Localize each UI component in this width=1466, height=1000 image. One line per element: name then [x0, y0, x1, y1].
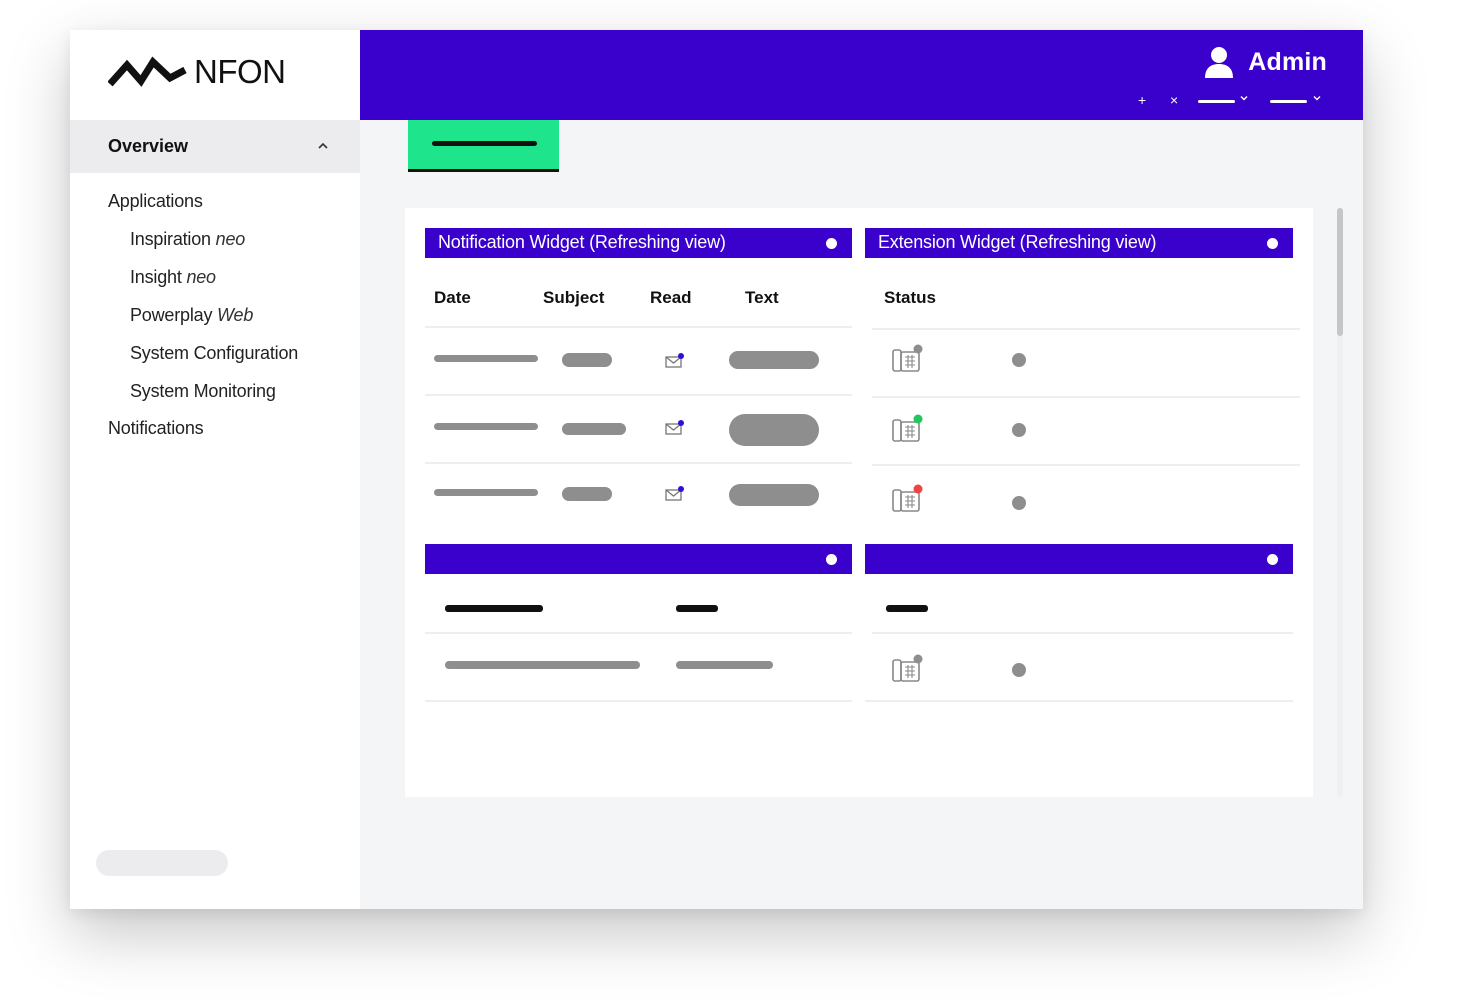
text-placeholder: [729, 414, 819, 446]
scrollbar-thumb[interactable]: [1337, 208, 1343, 336]
divider: [425, 700, 852, 702]
divider: [872, 396, 1300, 398]
header-dropdown-1[interactable]: [1198, 100, 1235, 103]
user-menu[interactable]: Admin: [1204, 46, 1327, 78]
tab-label-placeholder: [432, 141, 537, 146]
sidebar-item-inspiration-neo[interactable]: Inspiration neo: [130, 229, 245, 250]
sidebar-item-system-configuration[interactable]: System Configuration: [130, 343, 298, 364]
date-placeholder: [434, 423, 538, 430]
notification-widget-header: Notification Widget (Refreshing view): [425, 228, 852, 258]
divider: [872, 464, 1300, 466]
widget-header-3: [425, 544, 852, 574]
top-header: Admin + ×: [360, 30, 1363, 120]
column-status[interactable]: Status: [884, 288, 936, 308]
sidebar: NFON Overview Applications Inspiration n…: [70, 30, 360, 909]
desk-phone-icon[interactable]: [891, 414, 925, 444]
sidebar-item-powerplay-web[interactable]: Powerplay Web: [130, 305, 253, 326]
divider: [425, 394, 852, 396]
divider: [425, 326, 852, 328]
notification-widget-title: Notification Widget (Refreshing view): [438, 232, 726, 252]
sidebar-item-notifications[interactable]: Notifications: [108, 418, 204, 439]
sidebar-footer-placeholder[interactable]: [96, 850, 228, 876]
dashboard-card: Notification Widget (Refreshing view) Ex…: [405, 208, 1313, 797]
extension-status-indicator: [1012, 353, 1026, 367]
nfon-logo-icon: [108, 56, 187, 87]
desk-phone-icon[interactable]: [891, 484, 925, 514]
extension-status-indicator: [1012, 663, 1026, 677]
divider: [872, 632, 1293, 634]
date-placeholder: [434, 355, 538, 362]
user-icon: [1205, 47, 1234, 78]
column-read[interactable]: Read: [650, 288, 692, 308]
divider: [872, 328, 1300, 330]
add-button[interactable]: +: [1138, 93, 1146, 107]
divider: [865, 700, 1293, 702]
row-placeholder: [445, 661, 640, 669]
widget-menu-dot[interactable]: [1267, 554, 1278, 565]
sidebar-item-system-monitoring[interactable]: System Monitoring: [130, 381, 276, 402]
widget-menu-dot[interactable]: [826, 238, 837, 249]
user-name: Admin: [1248, 47, 1327, 76]
column-header-placeholder: [676, 605, 718, 612]
subject-placeholder: [562, 353, 612, 367]
extension-status-dot: [913, 484, 923, 494]
widget-header-4: [865, 544, 1293, 574]
mail-read-icon[interactable]: [665, 419, 685, 436]
row-placeholder: [676, 661, 773, 669]
nfon-logo[interactable]: NFON: [108, 50, 286, 94]
nav-overview-toggle[interactable]: Overview: [70, 120, 360, 173]
column-header-placeholder: [445, 605, 543, 612]
chevron-up-icon: [318, 142, 328, 149]
extension-widget-title: Extension Widget (Refreshing view): [878, 232, 1157, 252]
sidebar-item-insight-neo[interactable]: Insight neo: [130, 267, 216, 288]
desk-phone-icon[interactable]: [891, 344, 925, 374]
close-button[interactable]: ×: [1170, 93, 1178, 107]
mail-read-icon[interactable]: [665, 352, 685, 369]
chevron-down-icon: [1313, 96, 1321, 101]
overview-label: Overview: [108, 136, 189, 156]
column-subject[interactable]: Subject: [543, 288, 604, 308]
header-dropdown-2[interactable]: [1270, 100, 1307, 103]
column-date[interactable]: Date: [434, 288, 471, 308]
tab-active[interactable]: [408, 120, 559, 172]
text-placeholder: [729, 484, 819, 506]
column-text[interactable]: Text: [745, 288, 779, 308]
divider: [425, 632, 852, 634]
sidebar-item-applications[interactable]: Applications: [108, 191, 203, 212]
extension-status-indicator: [1012, 496, 1026, 510]
subject-placeholder: [562, 423, 626, 435]
extension-status-indicator: [1012, 423, 1026, 437]
chevron-down-icon: [1240, 96, 1248, 101]
extension-status-dot: [913, 414, 923, 424]
date-placeholder: [434, 489, 538, 496]
content-scrollbar[interactable]: [1337, 208, 1343, 797]
extension-status-dot: [913, 344, 923, 354]
desk-phone-icon[interactable]: [891, 654, 925, 684]
subject-placeholder: [562, 487, 612, 501]
text-placeholder: [729, 351, 819, 369]
widget-menu-dot[interactable]: [1267, 238, 1278, 249]
app-window: NFON Overview Applications Inspiration n…: [70, 30, 1363, 909]
extension-widget-header: Extension Widget (Refreshing view): [865, 228, 1293, 258]
widget-menu-dot[interactable]: [826, 554, 837, 565]
mail-read-icon[interactable]: [665, 485, 685, 502]
column-header-placeholder: [886, 605, 928, 612]
brand-name: NFON: [194, 53, 286, 90]
divider: [425, 462, 852, 464]
